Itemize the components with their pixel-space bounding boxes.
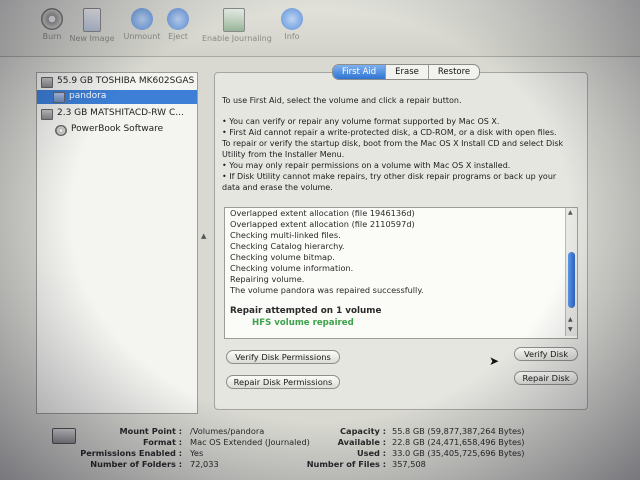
number-of-files-label: Number of Files : [306, 459, 386, 469]
log-line: Overlapped extent allocation (file 21105… [230, 219, 415, 229]
sidebar-item-label: pandora [69, 91, 107, 101]
mouse-cursor-icon: ➤ [489, 354, 500, 368]
log-scrollbar[interactable]: ▲ ▲ ▼ [565, 208, 577, 336]
toolbar: Burn New Image Unmount Eject Enable Jour… [0, 0, 640, 57]
mount-point-value: /Volumes/pandora [190, 426, 265, 436]
enable-journaling-label: Enable Journaling [202, 34, 272, 43]
new-image-icon [83, 8, 101, 32]
journaling-icon [223, 8, 245, 32]
first-aid-bullet: • You can verify or repair any volume fo… [222, 117, 500, 126]
scroll-thumb[interactable] [568, 252, 575, 308]
available-label: Available : [337, 437, 386, 447]
volume-disk-icon [52, 428, 76, 444]
verify-disk-button[interactable]: Verify Disk [514, 347, 578, 361]
enable-journaling-button[interactable]: Enable Journaling [202, 4, 272, 43]
first-aid-bullet: • First Aid cannot repair a write-protec… [222, 128, 557, 137]
format-value: Mac OS Extended (Journaled) [190, 437, 310, 447]
sidebar-item-label: PowerBook Software [71, 124, 164, 134]
first-aid-bullet: • If Disk Utility cannot make repairs, t… [222, 172, 557, 181]
hard-drive-icon [41, 77, 53, 88]
scroll-up-icon[interactable]: ▲ [568, 209, 573, 216]
capacity-value: 55.8 GB (59,877,387,264 Bytes) [392, 426, 525, 436]
tab-restore[interactable]: Restore [429, 65, 479, 79]
available-value: 22.8 GB (24,471,658,496 Bytes) [392, 437, 525, 447]
repair-result-title: Repair attempted on 1 volume [230, 306, 382, 316]
optical-drive-icon [41, 109, 53, 120]
sidebar-item-toshiba-drive[interactable]: 55.9 GB TOSHIBA MK602SGAS [37, 75, 197, 89]
log-line: Checking volume information. [230, 263, 354, 273]
repair-log[interactable]: Overlapped extent allocation (file 19461… [224, 207, 578, 339]
number-of-folders-value: 72,033 [190, 459, 219, 469]
tab-erase[interactable]: Erase [386, 65, 429, 79]
first-aid-bullet: Utility from the Installer Menu. [222, 150, 345, 159]
scroll-down-icon[interactable]: ▼ [568, 326, 573, 333]
used-label: Used : [356, 448, 386, 458]
disc-volume-icon [55, 125, 67, 136]
log-line: Repairing volume. [230, 274, 305, 284]
first-aid-intro: To use First Aid, select the volume and … [222, 96, 462, 105]
permissions-enabled-value: Yes [190, 448, 204, 458]
sidebar-item-powerbook-software[interactable]: PowerBook Software [37, 123, 197, 137]
capacity-label: Capacity : [340, 426, 386, 436]
info-label: Info [284, 32, 300, 41]
mount-point-label: Mount Point : [119, 426, 183, 436]
number-of-files-value: 357,508 [392, 459, 426, 469]
format-label: Format : [142, 437, 182, 447]
repair-disk-button[interactable]: Repair Disk [514, 371, 578, 385]
repair-result-status: HFS volume repaired [252, 318, 354, 328]
info-button[interactable]: Info [260, 4, 324, 41]
tab-first-aid[interactable]: First Aid [333, 65, 387, 79]
disk-utility-window: Burn New Image Unmount Eject Enable Jour… [0, 0, 640, 480]
eject-label: Eject [168, 32, 188, 41]
sidebar-item-label: 55.9 GB TOSHIBA MK602SGAS [57, 76, 195, 86]
sidebar-item-cd-drive[interactable]: 2.3 GB MATSHITACD-RW C... [37, 107, 197, 121]
tab-bar: First Aid Erase Restore [332, 64, 481, 80]
log-line: Checking Catalog hierarchy. [230, 241, 345, 251]
number-of-folders-label: Number of Folders : [90, 459, 182, 469]
log-line: The volume pandora was repaired successf… [230, 285, 424, 295]
verify-permissions-button[interactable]: Verify Disk Permissions [226, 350, 340, 364]
sidebar-item-pandora[interactable]: pandora [37, 90, 197, 104]
used-value: 33.0 GB (35,405,725,696 Bytes) [392, 448, 525, 458]
volume-icon [53, 92, 65, 103]
splitter-handle[interactable]: ▲ [201, 232, 206, 240]
sidebar-item-label: 2.3 GB MATSHITACD-RW C... [57, 108, 184, 118]
first-aid-bullet: data and erase the volume. [222, 183, 333, 192]
log-line: Checking volume bitmap. [230, 252, 335, 262]
eject-icon [167, 8, 189, 30]
info-icon [281, 8, 303, 30]
log-line: Checking multi-linked files. [230, 230, 341, 240]
first-aid-bullet: To repair or verify the startup disk, bo… [222, 139, 564, 148]
permissions-enabled-label: Permissions Enabled : [80, 448, 182, 458]
volume-list: 55.9 GB TOSHIBA MK602SGAS pandora 2.3 GB… [36, 72, 198, 414]
scroll-up-icon[interactable]: ▲ [568, 316, 573, 323]
repair-permissions-button[interactable]: Repair Disk Permissions [226, 375, 340, 389]
first-aid-bullet: • You may only repair permissions on a v… [222, 161, 511, 170]
log-line: Overlapped extent allocation (file 19461… [230, 208, 415, 218]
eject-button[interactable]: Eject [146, 4, 210, 41]
